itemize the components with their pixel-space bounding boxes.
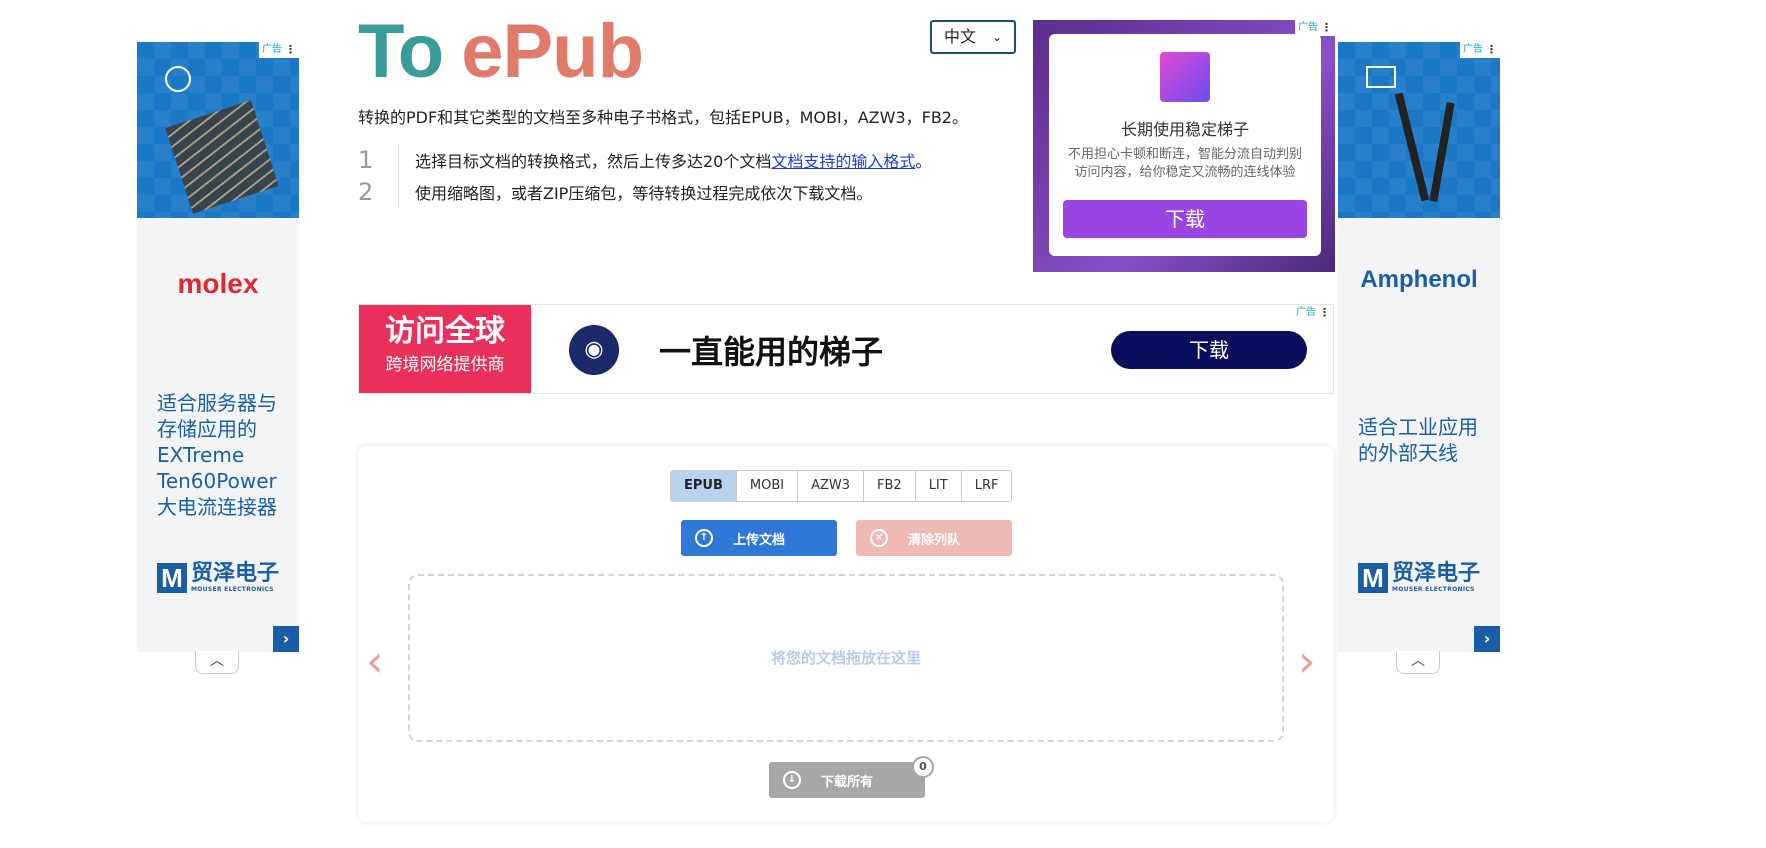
clear-queue-button[interactable]: × 清除列队 <box>856 520 1012 556</box>
mouser-logo: M 贸泽电子 MOUSER ELECTRONICS <box>1358 562 1480 593</box>
banner-ad[interactable]: 广告 ⋮ 访问全球 跨境网络提供商 ◉ 一直能用的梯子 下载 <box>358 304 1334 394</box>
site-logo[interactable]: To ePub <box>358 9 644 94</box>
antenna-image <box>1394 92 1430 202</box>
format-tabs: EPUB MOBI AZW3 FB2 LIT LRF <box>670 470 1013 502</box>
ad-tag[interactable]: 广告 ⋮ <box>259 42 299 58</box>
close-icon: × <box>870 529 888 547</box>
tab-fb2[interactable]: FB2 <box>864 471 916 501</box>
ad-card: 长期使用稳定梯子 不用担心卡顿和断连，智能分流自动判别访问内容，给你稳定又流畅的… <box>1049 34 1321 256</box>
tab-lrf[interactable]: LRF <box>962 471 1012 501</box>
next-arrow-icon[interactable]: › <box>1298 636 1316 687</box>
chevron-down-icon: ⌄ <box>992 30 1003 44</box>
prev-arrow-icon[interactable]: ‹ <box>366 636 384 687</box>
ad-title: 长期使用稳定梯子 <box>1120 120 1249 139</box>
chevron-up-icon: ︿ <box>1411 653 1425 669</box>
ad-description: 适合工业应用的外部天线 <box>1358 415 1478 465</box>
banner-download-button[interactable]: 下载 <box>1111 331 1307 369</box>
right-side-ad[interactable]: 广告 ⋮ Amphenol 适合工业应用的外部天线 M 贸泽电子 MOUSER EL… <box>1338 42 1500 674</box>
tab-lit[interactable]: LIT <box>916 471 962 501</box>
factory-icon <box>1366 66 1396 88</box>
download-icon: ↓ <box>783 771 801 789</box>
collapse-ad-button[interactable]: ︿ <box>1396 651 1440 674</box>
ad-tag[interactable]: 广告 ⋮ <box>1293 305 1333 321</box>
upload-icon: ↑ <box>695 529 713 547</box>
upload-button[interactable]: ↑ 上传文档 <box>681 520 837 556</box>
ad-next-button[interactable]: › <box>1474 626 1500 652</box>
left-side-ad[interactable]: 广告 ⋮ molex 适合服务器与存储应用的EXTreme Ten60Power大… <box>137 42 299 674</box>
mouser-logo: M 贸泽电子 MOUSER ELECTRONICS <box>157 562 279 593</box>
converter-panel: EPUB MOBI AZW3 FB2 LIT LRF ↑ 上传文档 × 清除列队… <box>358 446 1334 822</box>
more-icon: ⋮ <box>1321 21 1332 34</box>
globe-icon <box>165 66 191 92</box>
file-dropzone[interactable]: 将您的文档拖放在这里 <box>408 574 1284 742</box>
connector-image <box>165 100 279 214</box>
ad-description: 适合服务器与存储应用的EXTreme Ten60Power大电流连接器 <box>157 391 277 519</box>
step-item: 2 使用缩略图，或者ZIP压缩包，等待转换过程完成依次下载文档。 <box>358 176 873 208</box>
tab-epub[interactable]: EPUB <box>671 471 737 501</box>
more-icon: ⋮ <box>285 43 296 56</box>
file-count-badge: 0 <box>912 756 934 778</box>
banner-red-block: 访问全球 跨境网络提供商 <box>359 305 531 393</box>
intro-text: 转换的PDF和其它类型的文档至多种电子书格式，包括EPUB，MOBI，AZW3，… <box>358 108 968 127</box>
step-item: 1 选择目标文档的转换格式，然后上传多达20个文档文档支持的输入格式。 <box>358 144 932 176</box>
ad-tag[interactable]: 广告 ⋮ <box>1460 42 1500 58</box>
more-icon: ⋮ <box>1486 43 1497 56</box>
ad-product-image: 广告 ⋮ <box>137 42 299 218</box>
ad-brand: molex <box>177 268 259 299</box>
collapse-ad-button[interactable]: ︿ <box>195 651 239 674</box>
language-select[interactable]: 中文 ⌄ <box>930 20 1016 54</box>
ad-product-image: 广告 ⋮ <box>1338 42 1500 218</box>
ad-brand: Amphenol <box>1360 266 1478 293</box>
tab-azw3[interactable]: AZW3 <box>798 471 865 501</box>
steps-list: 1 选择目标文档的转换格式，然后上传多达20个文档文档支持的输入格式。 2 使用… <box>358 144 931 208</box>
tab-mobi[interactable]: MOBI <box>737 471 799 501</box>
more-icon: ⋮ <box>1319 306 1330 319</box>
ad-download-button[interactable]: 下载 <box>1063 200 1307 238</box>
app-icon <box>1160 52 1210 102</box>
top-right-ad[interactable]: 广告 ⋮ 长期使用稳定梯子 不用担心卡顿和断连，智能分流自动判别访问内容，给你稳定… <box>1033 20 1335 272</box>
vpn-logo-icon: ◉ <box>569 325 619 375</box>
ad-subtitle: 不用担心卡顿和断连，智能分流自动判别访问内容，给你稳定又流畅的连线体验 <box>1067 147 1302 180</box>
input-formats-link[interactable]: 文档支持的输入格式 <box>771 152 915 171</box>
chevron-up-icon: ︿ <box>210 653 224 669</box>
download-all-button[interactable]: ↓ 下载所有 <box>769 762 925 798</box>
banner-headline: 一直能用的梯子 <box>659 333 884 371</box>
ad-next-button[interactable]: › <box>273 626 299 652</box>
